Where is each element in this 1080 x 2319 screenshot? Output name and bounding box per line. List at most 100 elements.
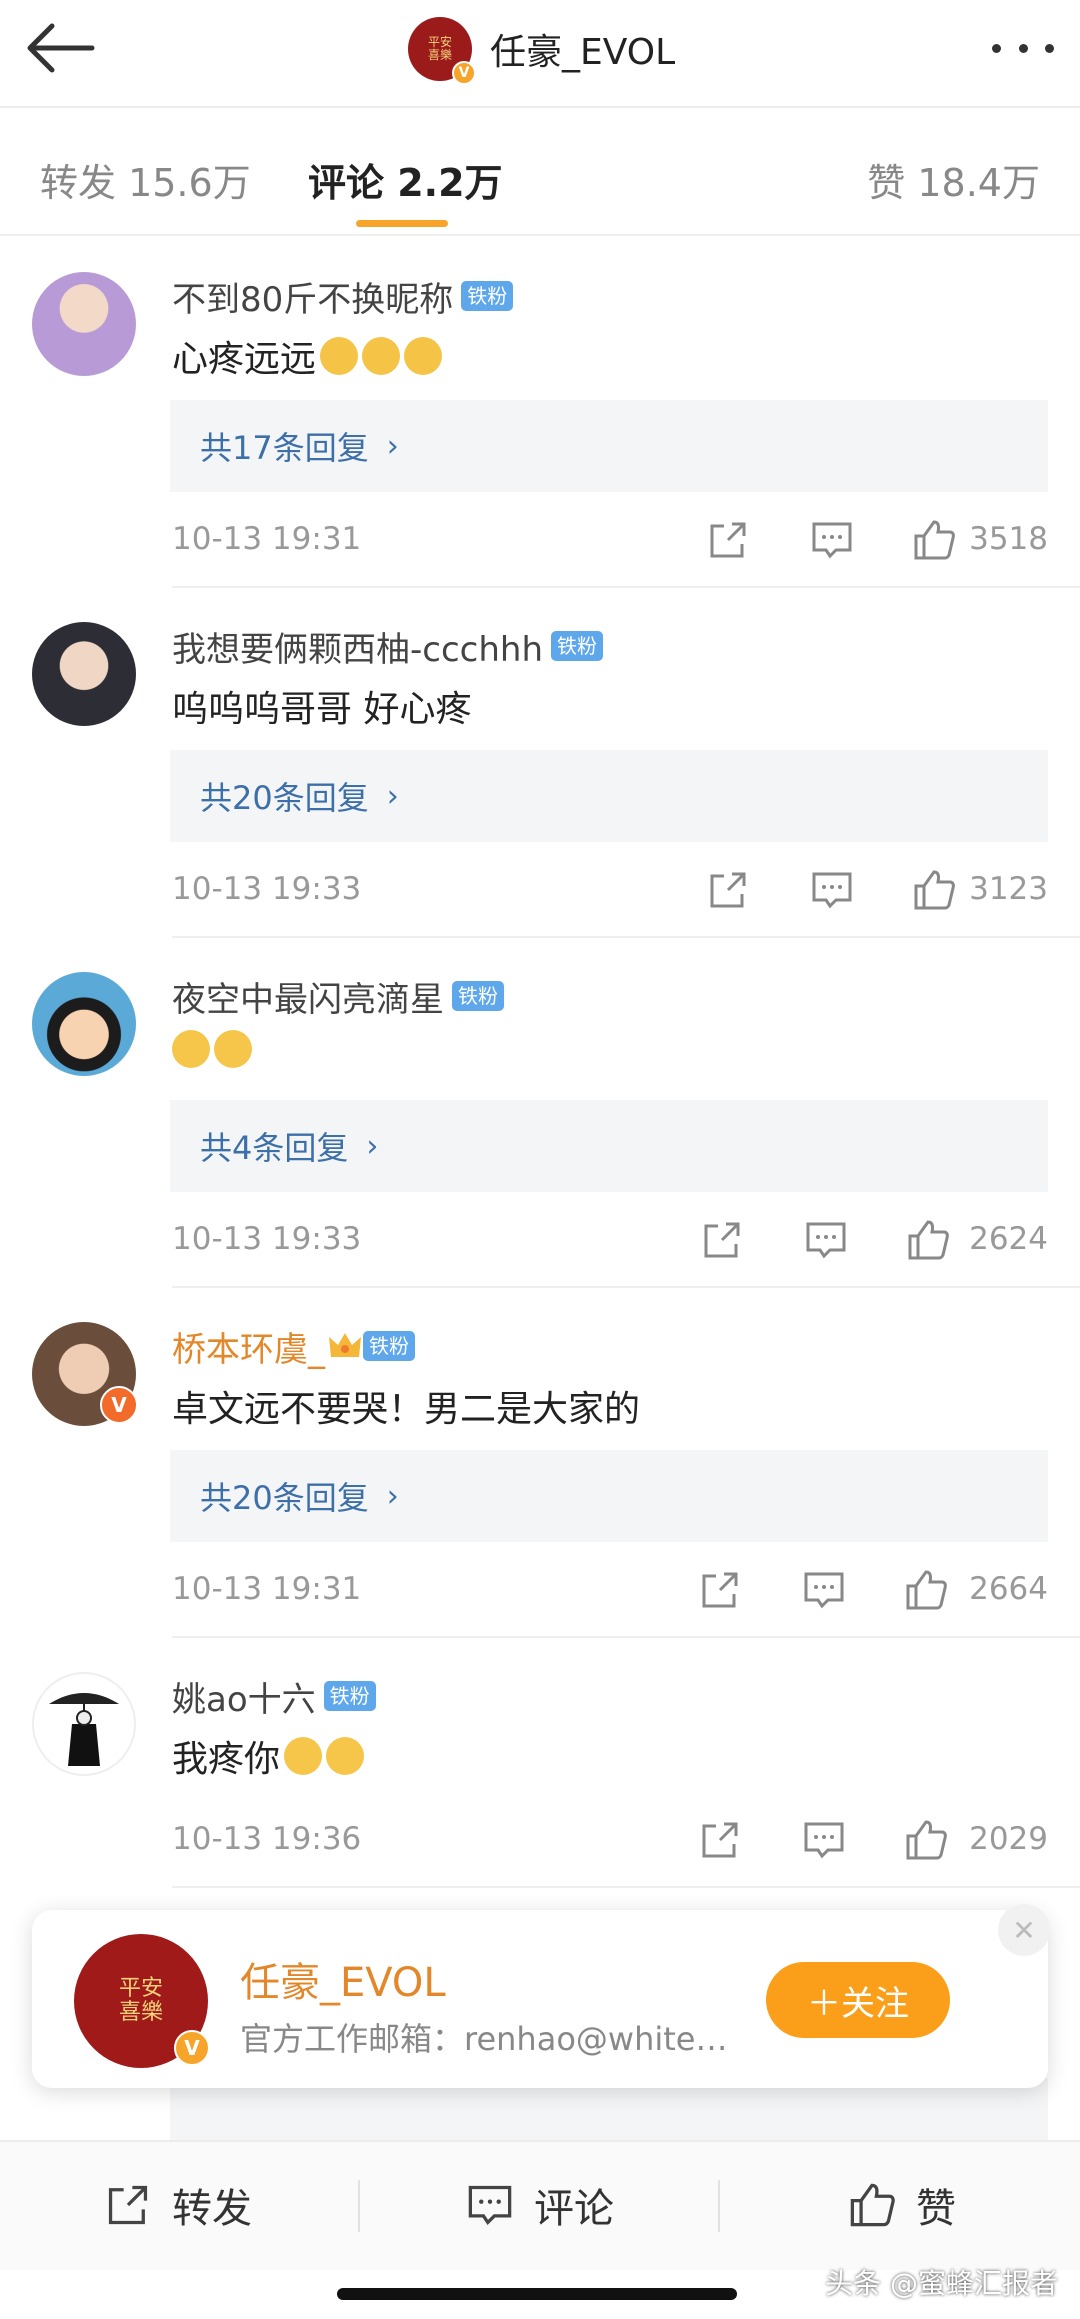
crown-icon [329, 1333, 361, 1357]
like-count: 3123 [969, 871, 1048, 907]
more-dot [1018, 43, 1028, 53]
crying-emoji-icon [214, 1030, 252, 1068]
comment-time: 10-13 19:33 [172, 871, 362, 907]
follow-button[interactable]: ＋关注 [766, 1962, 950, 2038]
comment-text: 我疼你 [172, 1730, 365, 1782]
replies-link[interactable]: 共20条回复 › [170, 1450, 1048, 1542]
user-avatar[interactable] [32, 1672, 136, 1776]
comment-text: 呜呜呜哥哥 好心疼 [172, 680, 471, 732]
fan-badge: 铁粉 [323, 1681, 376, 1711]
like-label: 赞 [916, 2186, 956, 2232]
more-dot [1045, 43, 1054, 53]
comment-time: 10-13 19:31 [172, 1571, 362, 1607]
comment-meta: 10-13 19:31 3518 [172, 514, 1048, 564]
repost-button[interactable]: 转发 [104, 2170, 252, 2240]
tab-repost[interactable]: 转发 15.6万 [40, 152, 251, 207]
close-icon[interactable]: ✕ [998, 1904, 1050, 1956]
author-name[interactable]: 任豪_EVOL [240, 1950, 446, 2008]
follow-suggestion-card: 平安喜樂 V 任豪_EVOL 官方工作邮箱：renhao@white… ＋关注 … [32, 1904, 1050, 2088]
share-icon[interactable] [698, 1568, 742, 1612]
username[interactable]: 桥本环虞_ [172, 1322, 325, 1371]
like-icon[interactable] [906, 1218, 950, 1262]
cat-emoji-icon [320, 337, 359, 375]
replies-count: 共17条回复 [200, 429, 369, 467]
post-author-title[interactable]: 平安喜樂 V 任豪_EVOL [408, 14, 676, 85]
chevron-right-icon: › [386, 778, 399, 814]
user-avatar[interactable] [32, 622, 136, 726]
user-avatar[interactable] [32, 272, 136, 376]
author-description: 官方工作邮箱：renhao@white… [240, 2020, 728, 2058]
comment-meta: 10-13 19:36 2029 [172, 1814, 1048, 1864]
share-icon[interactable] [698, 1818, 742, 1862]
crying-emoji-icon [284, 1737, 323, 1775]
comment-divider [172, 936, 1080, 938]
author-avatar: 平安喜樂 V [408, 17, 476, 85]
replies-link[interactable]: 共17条回复 › [170, 400, 1048, 492]
replies-count: 共4条回复 [200, 1129, 349, 1167]
author-avatar[interactable]: 平安喜樂 V [74, 1934, 210, 2068]
replies-link[interactable]: 共4条回复 › [170, 1100, 1048, 1192]
bottom-action-bar: 转发 评论 赞 [0, 2140, 1080, 2270]
fan-badge: 铁粉 [461, 281, 514, 311]
comment-meta: 10-13 19:33 3123 [172, 864, 1048, 914]
like-icon[interactable] [912, 518, 956, 562]
comment-icon[interactable] [802, 1568, 846, 1612]
comment-meta: 10-13 19:31 2664 [172, 1564, 1048, 1614]
comment-button[interactable]: 评论 [466, 2170, 614, 2240]
top-navigation-bar: 平安喜樂 V 任豪_EVOL [0, 0, 1080, 108]
post-tabs: 转发 15.6万 评论 2.2万 赞 18.4万 [0, 110, 1080, 236]
like-count: 2664 [969, 1571, 1048, 1607]
share-icon [108, 2185, 148, 2225]
user-avatar[interactable] [32, 972, 136, 1076]
replies-link[interactable]: 共20条回复 › [170, 750, 1048, 842]
page-title: 任豪_EVOL [490, 32, 676, 73]
share-icon[interactable] [706, 868, 750, 912]
like-icon[interactable] [904, 1818, 948, 1862]
comment-body: 卓文远不要哭！男二是大家的 [172, 1389, 641, 1430]
comment-time: 10-13 19:33 [172, 1221, 362, 1257]
username[interactable]: 姚ao十六 [172, 1672, 316, 1721]
chevron-right-icon: › [366, 1128, 379, 1164]
like-button[interactable]: 赞 [848, 2170, 956, 2240]
back-button[interactable] [22, 18, 96, 78]
like-count: 3518 [969, 521, 1048, 557]
comment-body: 呜呜呜哥哥 好心疼 [172, 689, 472, 730]
umbrella-figure-icon [49, 1693, 119, 1766]
comment-icon[interactable] [802, 1818, 846, 1862]
comment-icon[interactable] [804, 1218, 848, 1262]
comment-text [168, 1030, 252, 1068]
more-options-button[interactable] [992, 28, 1054, 68]
tab-likes[interactable]: 赞 18.4万 [867, 152, 1040, 207]
cat-emoji-icon [362, 337, 401, 375]
comment-divider [172, 1286, 1080, 1288]
share-icon[interactable] [700, 1218, 744, 1262]
user-avatar[interactable]: V [32, 1322, 138, 1426]
fan-badge: 铁粉 [363, 1331, 415, 1361]
comment-icon[interactable] [810, 868, 854, 912]
share-icon[interactable] [706, 518, 750, 562]
crying-emoji-icon [326, 1737, 365, 1775]
comment-time: 10-13 19:36 [172, 1821, 362, 1857]
chevron-right-icon: › [386, 1478, 399, 1514]
username[interactable]: 不到80斤不换昵称 [172, 272, 453, 321]
username[interactable]: 我想要俩颗西柚-ccchhh [172, 622, 543, 671]
divider [358, 2180, 360, 2232]
fan-badge: 铁粉 [452, 981, 504, 1011]
comment-text: 卓文远不要哭！男二是大家的 [172, 1380, 640, 1432]
like-icon[interactable] [912, 868, 956, 912]
tab-comments[interactable]: 评论 2.2万 [308, 152, 503, 207]
avatar-seal-text: 平安喜樂 [118, 1976, 163, 2025]
back-arrow-icon [27, 23, 95, 73]
divider [718, 2180, 720, 2232]
verified-badge: V [452, 61, 476, 85]
username[interactable]: 夜空中最闪亮滴星 [172, 972, 444, 1021]
like-icon[interactable] [904, 1568, 948, 1612]
like-count: 2624 [969, 1221, 1048, 1257]
comment-icon[interactable] [810, 518, 854, 562]
cat-emoji-icon [404, 337, 443, 375]
comment-meta: 10-13 19:33 2624 [172, 1214, 1048, 1264]
home-indicator[interactable] [337, 2288, 737, 2300]
like-icon [850, 2183, 895, 2227]
comment-divider [172, 1636, 1080, 1638]
comment-body: 心疼远远 [172, 339, 317, 380]
